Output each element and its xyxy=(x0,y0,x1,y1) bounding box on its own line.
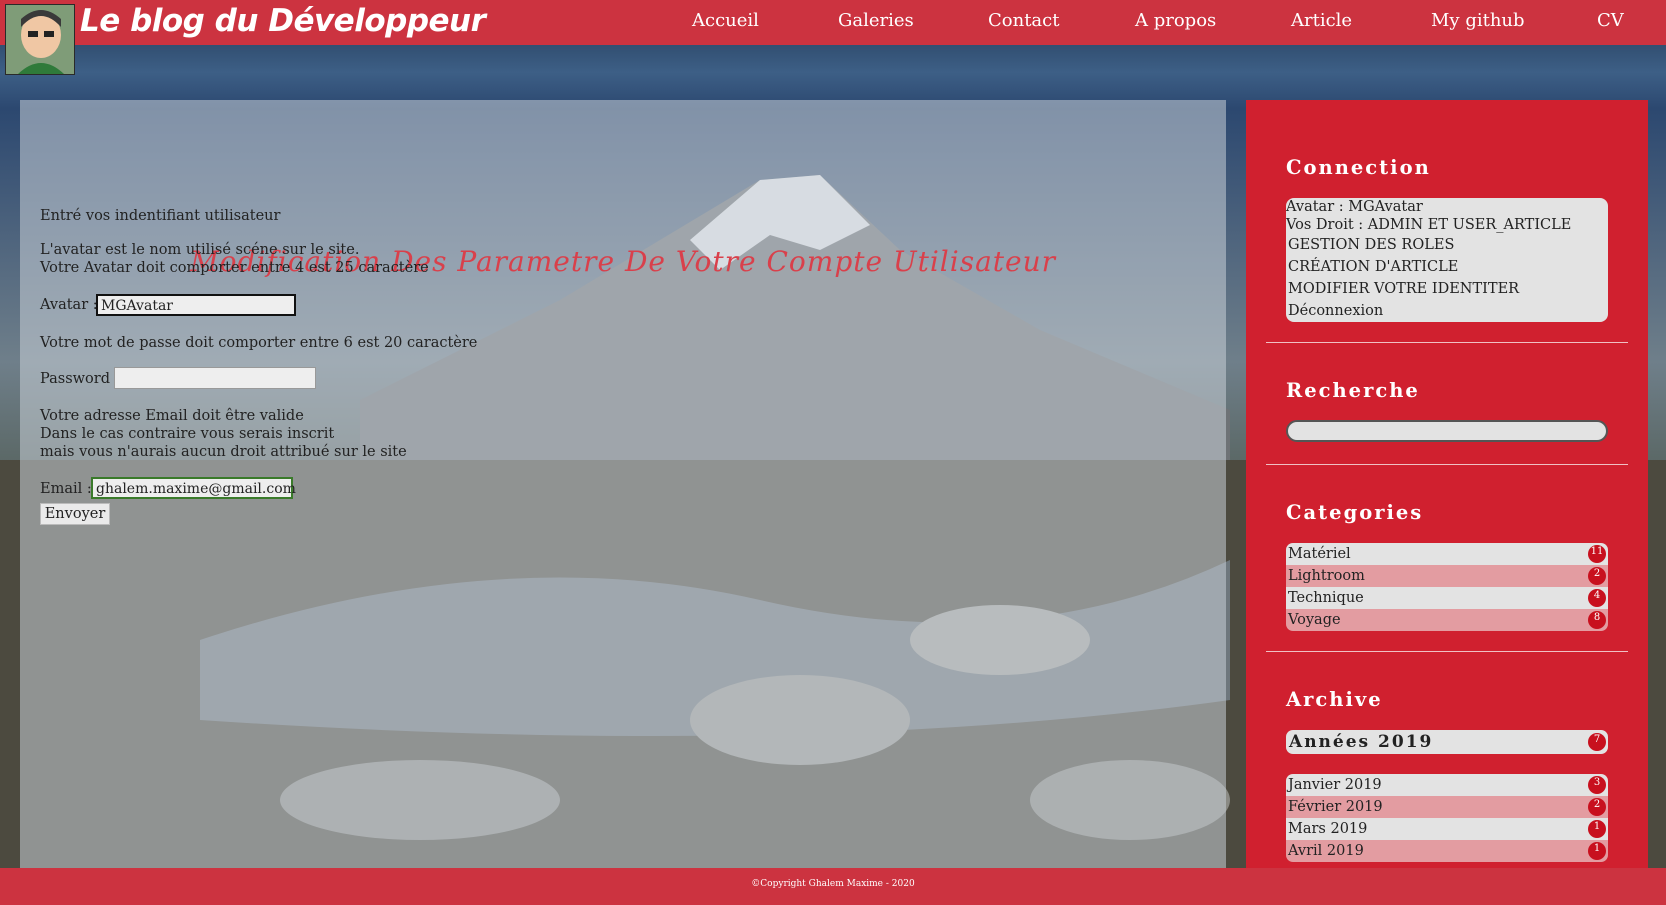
count-badge: 4 xyxy=(1588,589,1606,607)
copyright-text: ©Copyright Ghalem Maxime - 2020 xyxy=(751,879,915,889)
email-label: Email : xyxy=(40,481,92,497)
link-deconnexion[interactable]: Déconnexion xyxy=(1286,300,1608,322)
nav-article[interactable]: Article xyxy=(1291,0,1352,42)
divider xyxy=(1266,342,1628,343)
month-label: Janvier 2019 xyxy=(1288,777,1382,793)
category-label: Lightroom xyxy=(1288,568,1365,584)
archive-year-2019[interactable]: Années 2019 7 xyxy=(1286,730,1608,754)
count-badge: 1 xyxy=(1588,842,1606,860)
nav-galeries[interactable]: Galeries xyxy=(838,0,914,42)
archive-month-fevrier[interactable]: Février 2019 2 xyxy=(1286,796,1608,818)
password-input[interactable] xyxy=(114,367,316,389)
count-badge: 11 xyxy=(1588,545,1606,563)
link-modifier-identite[interactable]: MODIFIER VOTRE IDENTITER xyxy=(1286,278,1608,300)
site-title[interactable]: Le blog du Développeur xyxy=(80,0,486,45)
divider xyxy=(1266,464,1628,465)
email-input[interactable]: ghalem.maxime@gmail.com xyxy=(91,477,296,499)
archive-month-avril[interactable]: Avril 2019 1 xyxy=(1286,840,1608,862)
connection-box: Avatar : MGAvatar Vos Droit : ADMIN ET U… xyxy=(1286,198,1608,322)
nav-cv[interactable]: CV xyxy=(1597,0,1624,42)
search-input[interactable] xyxy=(1286,420,1608,442)
archive-heading: Archive xyxy=(1286,688,1383,711)
category-label: Technique xyxy=(1288,590,1364,606)
category-item-technique[interactable]: Technique 4 xyxy=(1286,587,1608,609)
month-label: Avril 2019 xyxy=(1288,843,1364,859)
category-item-materiel[interactable]: Matériel 11 xyxy=(1286,543,1608,565)
category-label: Voyage xyxy=(1288,612,1341,628)
link-creation-article[interactable]: CRÉATION D'ARTICLE xyxy=(1286,256,1608,278)
archive-month-mars[interactable]: Mars 2019 1 xyxy=(1286,818,1608,840)
password-label: Password : xyxy=(40,371,120,387)
connection-heading: Connection xyxy=(1286,156,1431,179)
submit-button[interactable]: Envoyer xyxy=(40,503,110,525)
archive-months-list: Janvier 2019 3 Février 2019 2 Mars 2019 … xyxy=(1286,774,1608,862)
avatar-length-help-text: Votre Avatar doit comporter entre 4 est … xyxy=(40,260,429,276)
count-badge: 1 xyxy=(1588,820,1606,838)
intro-text: Entré vos indentifiant utilisateur xyxy=(40,208,281,224)
avatar-input[interactable]: MGAvatar xyxy=(96,294,296,316)
user-rights-text: Vos Droit : ADMIN ET USER_ARTICLE xyxy=(1286,217,1572,233)
connected-avatar-text: Avatar : MGAvatar xyxy=(1286,199,1423,215)
categories-list: Matériel 11 Lightroom 2 Technique 4 Voya… xyxy=(1286,543,1608,631)
nav-accueil[interactable]: Accueil xyxy=(692,0,759,42)
categories-heading: Categories xyxy=(1286,501,1424,524)
count-badge: 2 xyxy=(1588,567,1606,585)
count-badge: 8 xyxy=(1588,611,1606,629)
password-help-text: Votre mot de passe doit comporter entre … xyxy=(40,335,478,351)
avatar-help-text: L'avatar est le nom utilisé scéne sur le… xyxy=(40,242,360,258)
avatar-label: Avatar : xyxy=(40,297,98,313)
top-navigation-bar: Le blog du Développeur Accueil Galeries … xyxy=(0,0,1666,75)
search-heading: Recherche xyxy=(1286,379,1420,402)
count-badge: 2 xyxy=(1588,798,1606,816)
email-help-text-1: Votre adresse Email doit être valide xyxy=(40,408,304,424)
category-label: Matériel xyxy=(1288,546,1351,562)
nav-my-github[interactable]: My github xyxy=(1431,0,1525,42)
nav-a-propos[interactable]: A propos xyxy=(1135,0,1216,42)
category-item-voyage[interactable]: Voyage 8 xyxy=(1286,609,1608,631)
email-help-text-2: Dans le cas contraire vous serais inscri… xyxy=(40,426,335,442)
link-gestion-roles[interactable]: GESTION DES ROLES xyxy=(1286,234,1608,256)
nav-contact[interactable]: Contact xyxy=(988,0,1059,42)
archive-month-janvier[interactable]: Janvier 2019 3 xyxy=(1286,774,1608,796)
footer: ©Copyright Ghalem Maxime - 2020 xyxy=(0,868,1666,905)
count-badge: 3 xyxy=(1588,776,1606,794)
sidebar: Connection Avatar : MGAvatar Vos Droit :… xyxy=(1246,100,1648,868)
divider xyxy=(1266,651,1628,652)
month-label: Mars 2019 xyxy=(1288,821,1368,837)
email-help-text-3: mais vous n'aurais aucun droit attribué … xyxy=(40,444,407,460)
count-badge: 7 xyxy=(1588,733,1606,751)
site-avatar-logo[interactable] xyxy=(5,4,75,75)
account-settings-panel: Modification Des Parametre De Votre Comp… xyxy=(20,100,1226,868)
category-item-lightroom[interactable]: Lightroom 2 xyxy=(1286,565,1608,587)
month-label: Février 2019 xyxy=(1288,799,1383,815)
year-label: Années 2019 xyxy=(1289,732,1434,752)
